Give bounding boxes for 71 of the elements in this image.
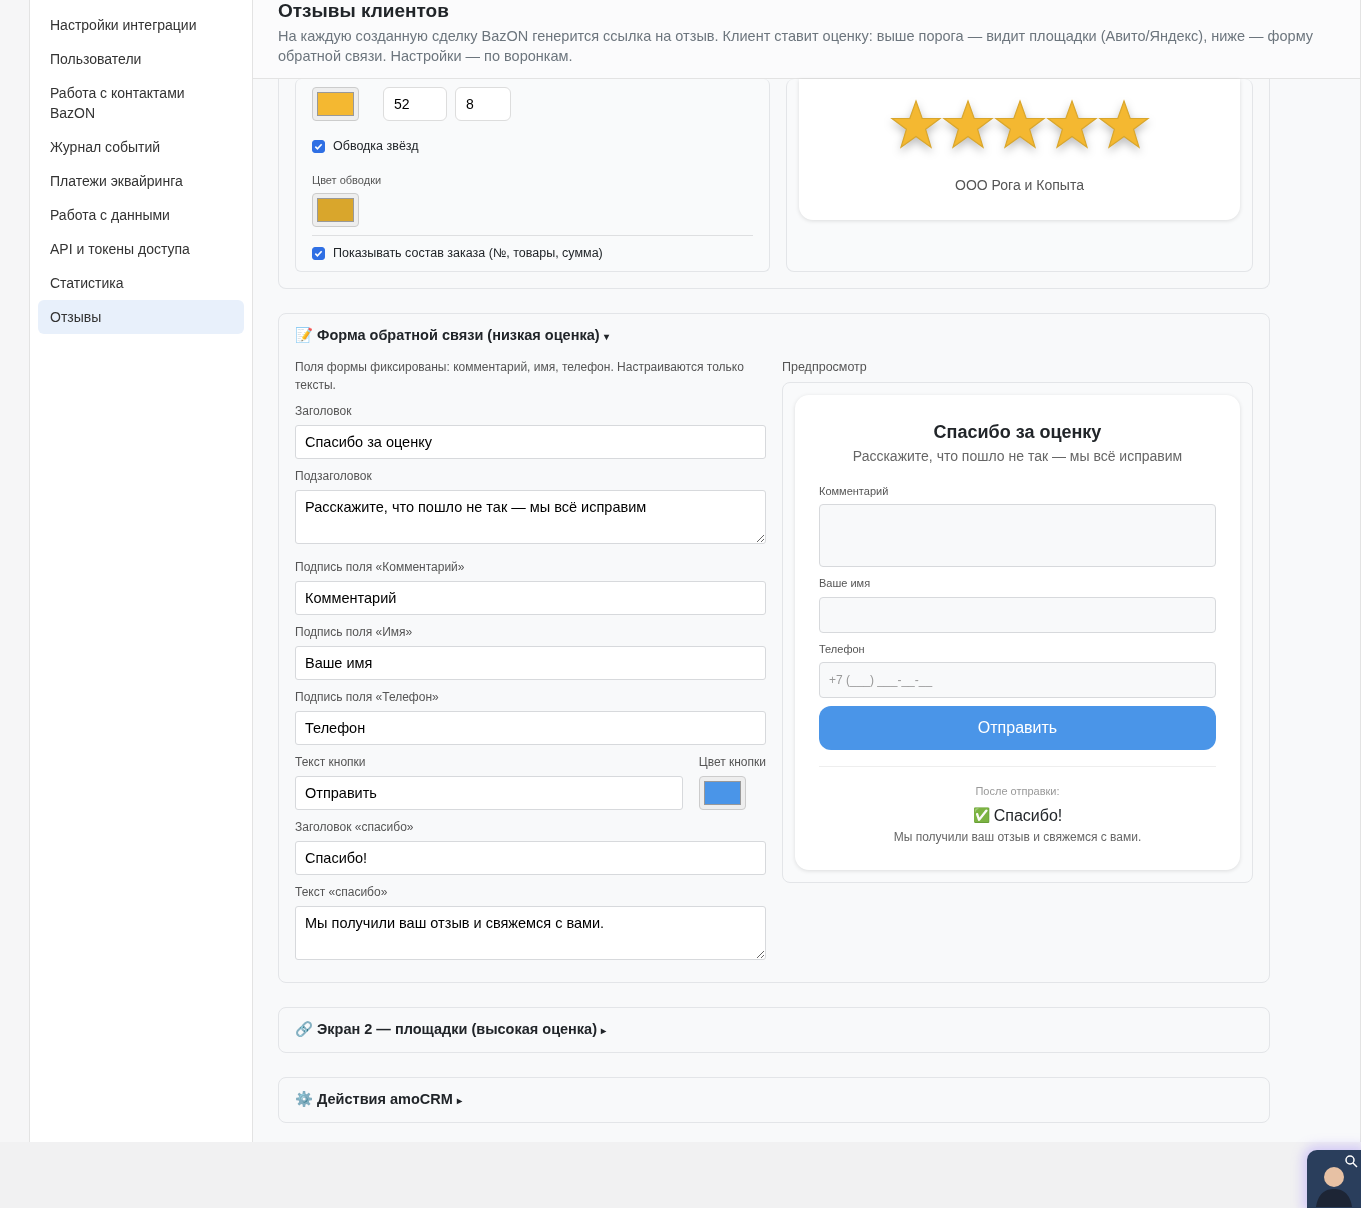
section-icon: ⚙ <box>295 1089 313 1111</box>
section-title: Экран 2 — площадки (высокая оценка) <box>317 1020 598 1040</box>
color-picker[interactable] <box>312 87 359 121</box>
section-note: Поля формы фиксированы: комментарий, имя, телефон. Настраиваются только тексты. <box>295 359 745 394</box>
caret-icon: ▾ <box>603 328 609 344</box>
star-icon <box>1097 99 1150 151</box>
text-area[interactable]: Расскажите, что пошло не так — мы всё исправим <box>295 490 766 544</box>
text-area[interactable]: Мы получили ваш отзыв и свяжемся с вами. <box>295 906 766 960</box>
preview-subtitle: Расскажите, что пошло не так — мы всё исправим <box>851 446 1184 466</box>
text-input[interactable] <box>819 596 1216 633</box>
preview-title: Спасибо за оценку <box>932 420 1103 444</box>
text-input[interactable]: Спасибо! <box>295 841 766 875</box>
preview-label: Предпросмотр <box>782 359 868 376</box>
sidebar-item[interactable]: Журнал событий <box>38 130 244 164</box>
star-icon <box>889 99 942 151</box>
thanks-text: Мы получили ваш отзыв и свяжемся с вами. <box>892 828 1143 846</box>
section-title: Действия amoCRM <box>317 1090 453 1110</box>
section-icon: 🔗 <box>295 1019 313 1041</box>
assistant-button[interactable] <box>1307 1150 1361 1208</box>
size-input[interactable]: 52 <box>383 87 447 121</box>
caret-icon: ▸ <box>456 1092 462 1108</box>
sidebar-item[interactable]: Отзывы <box>38 300 244 334</box>
field-label: Цвет кнопки <box>698 754 766 771</box>
color-picker[interactable] <box>698 776 746 810</box>
text-input[interactable]: Комментарий <box>295 581 766 615</box>
field-label: Текст кнопки <box>295 754 367 771</box>
sidebar-item[interactable]: Платежи эквайринга <box>38 164 244 198</box>
text-input[interactable]: Спасибо за оценку <box>295 425 766 459</box>
sidebar-item[interactable]: Настройки интеграции <box>38 8 244 42</box>
star-icon <box>941 99 994 151</box>
sidebar-item[interactable]: Статистика <box>38 266 244 300</box>
page-title: Отзывы клиентов <box>278 0 450 22</box>
sidebar-item[interactable]: API и токены доступа <box>38 232 244 266</box>
comment-field[interactable] <box>819 504 1216 568</box>
checkbox[interactable] <box>312 247 325 261</box>
field-label: Текст «спасибо» <box>295 884 389 901</box>
field-label: Заголовок «спасибо» <box>295 819 415 836</box>
text-input[interactable]: Отправить <box>295 776 683 810</box>
section-header[interactable]: 📝 Форма обратной связи (низкая оценка) ▾ <box>279 314 1269 358</box>
thanks-title: Спасибо! <box>993 805 1063 826</box>
text-input[interactable]: Ваше имя <box>295 646 766 680</box>
field-label: Подпись поля «Имя» <box>295 624 414 641</box>
section-icon: 📝 <box>295 325 313 347</box>
checkbox-label: Показывать состав заказа (№, товары, сумма) <box>333 245 603 263</box>
star-icon <box>1045 99 1098 151</box>
field-label: Комментарий <box>819 483 890 499</box>
shadow-input[interactable]: 8 <box>455 87 511 121</box>
page-description: На каждую созданную сделку BazON генерится ссылка на отзыв. Клиент ставит оценку: выше порога — видит площадки (Авито/Яндекс), ниже — форму обратной связи. Настройки — по воронкам. <box>278 27 1315 66</box>
color-picker[interactable] <box>312 193 359 228</box>
section-header[interactable]: ⚙ Действия amoCRM ▸ <box>279 1078 1269 1122</box>
section-title: Форма обратной связи (низкая оценка) <box>317 326 600 346</box>
field-label: Цвет обводки <box>312 172 383 188</box>
text-input[interactable]: Телефон <box>295 711 766 745</box>
checkbox[interactable] <box>312 139 325 153</box>
field-label: Ваше имя <box>819 576 872 592</box>
caret-icon: ▸ <box>601 1022 607 1038</box>
star-icon <box>993 99 1046 151</box>
after-send-label: После отправки: <box>974 784 1061 800</box>
check-icon: ✅ <box>972 805 990 827</box>
field-label: Подзаголовок <box>295 468 373 485</box>
field-label: Подпись поля «Комментарий» <box>295 559 466 576</box>
section-header[interactable]: 🔗 Экран 2 — площадки (высокая оценка) ▸ <box>279 1008 1269 1052</box>
field-label: Подпись поля «Телефон» <box>295 689 440 706</box>
sidebar-item[interactable]: Пользователи <box>38 42 244 76</box>
sidebar-item[interactable]: Работа с контактами BazON <box>38 76 244 130</box>
sidebar-item[interactable]: Работа с данными <box>38 198 244 232</box>
checkbox-label: Обводка звёзд <box>333 138 419 155</box>
field-label: Заголовок <box>295 403 353 420</box>
company-name: ООО Рога и Копыта <box>954 176 1085 195</box>
field-label: Телефон <box>819 641 866 657</box>
text-input[interactable]: +7 (___) ___-__-__ <box>819 662 1216 699</box>
